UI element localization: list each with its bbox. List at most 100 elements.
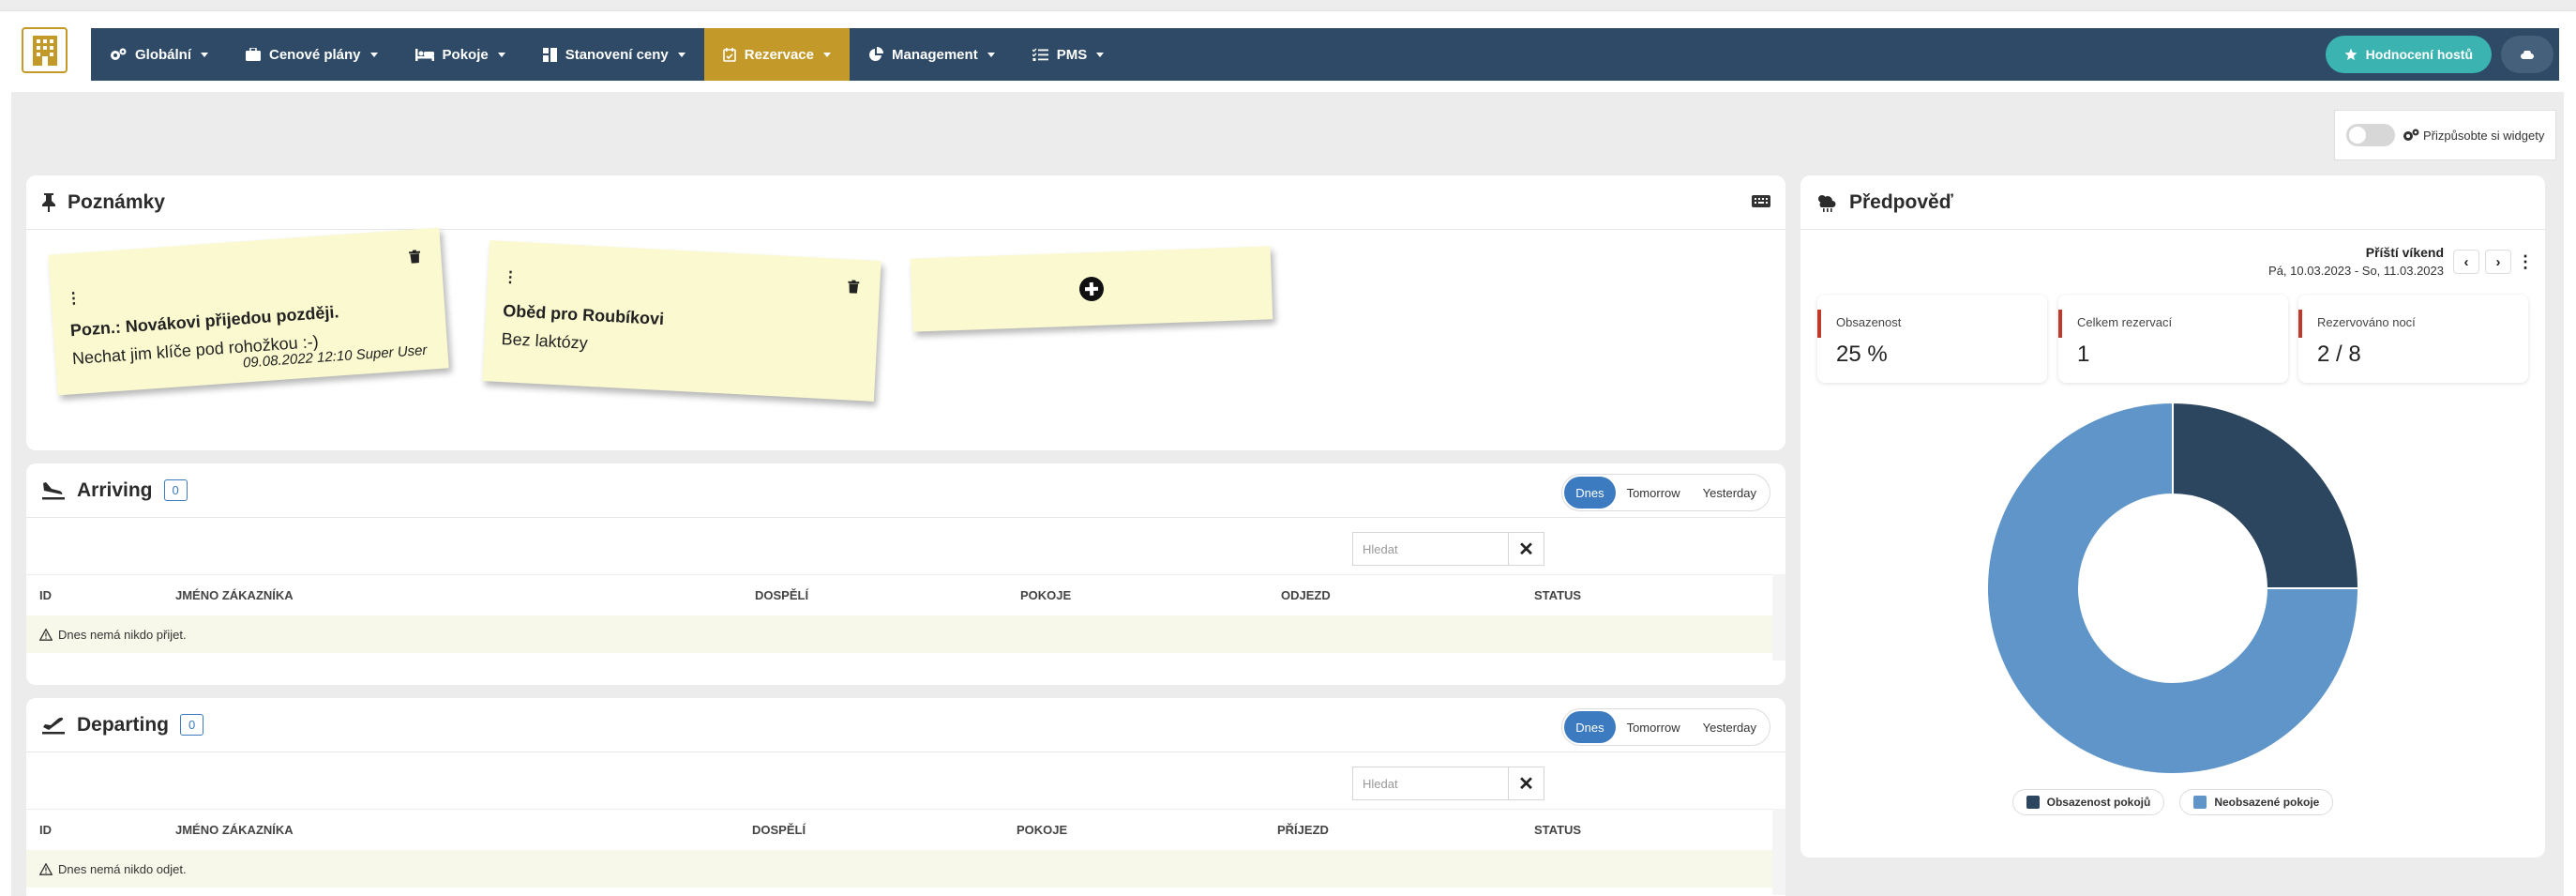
drag-handle-icon[interactable]: ⋮ xyxy=(503,267,518,287)
legend-occupied[interactable]: Obsazenost pokojů xyxy=(2011,789,2165,815)
stat-value: 2 / 8 xyxy=(2317,342,2361,367)
plane-arrival-icon xyxy=(42,481,65,499)
caret-down-icon xyxy=(201,52,208,57)
col-rooms[interactable]: POKOJE xyxy=(1017,823,1067,837)
warning-icon xyxy=(39,862,53,875)
table-scrollbar[interactable] xyxy=(1772,809,1785,895)
cloud-icon xyxy=(2521,50,2534,59)
trash-icon[interactable] xyxy=(408,250,421,268)
departing-day-tabs: Dnes Tomorrow Yesterday xyxy=(1561,708,1770,746)
tab-yesterday[interactable]: Yesterday xyxy=(1692,477,1768,509)
col-departure[interactable]: ODJEZD xyxy=(1281,588,1331,602)
nav-pms[interactable]: PMS xyxy=(1014,28,1123,81)
nav-cenove-plany[interactable]: Cenové plány xyxy=(227,28,397,81)
donut-slice-0[interactable] xyxy=(2172,401,2360,589)
nav-label: Globální xyxy=(135,46,191,63)
stat-label: Rezervováno nocí xyxy=(2317,315,2416,329)
chart-legend: Obsazenost pokojů Neobsazené pokoje xyxy=(1800,789,2545,815)
top-strip xyxy=(0,0,2576,11)
departing-widget: Departing 0 Dnes Tomorrow Yesterday Hled… xyxy=(26,698,1785,896)
customize-widgets: Přizpůsobte si widgety xyxy=(2334,110,2556,160)
note-line: Oběd pro Roubíkovi xyxy=(502,301,665,328)
nav-label: PMS xyxy=(1056,46,1088,63)
arriving-search-input[interactable]: Hledat xyxy=(1352,532,1509,566)
thumbtack-icon xyxy=(42,192,55,212)
arriving-day-tabs: Dnes Tomorrow Yesterday xyxy=(1561,474,1770,511)
nav-management[interactable]: Management xyxy=(850,28,1014,81)
tab-yesterday[interactable]: Yesterday xyxy=(1692,711,1768,743)
stat-value: 25 % xyxy=(1836,342,1888,367)
caret-down-icon xyxy=(677,52,685,57)
table-scrollbar[interactable] xyxy=(1772,574,1785,661)
forecast-period: Příští víkend Pá, 10.03.2023 - So, 11.03… xyxy=(2268,245,2444,278)
keyboard-icon[interactable] xyxy=(1752,195,1770,212)
cogs-icon xyxy=(110,48,127,61)
empty-message: Dnes nemá nikdo odjet. xyxy=(58,861,187,876)
warning-icon xyxy=(39,628,53,641)
departing-title: Departing xyxy=(77,713,170,736)
col-id[interactable]: ID xyxy=(39,588,52,602)
col-id[interactable]: ID xyxy=(39,823,52,837)
legend-label: Neobsazené pokoje xyxy=(2214,796,2320,809)
empty-message: Dnes nemá nikdo přijet. xyxy=(58,627,187,642)
col-rooms[interactable]: POKOJE xyxy=(1020,588,1071,602)
col-customer-name[interactable]: JMÉNO ZÁKAZNÍKA xyxy=(175,588,294,602)
col-status[interactable]: STATUS xyxy=(1534,588,1581,602)
tab-tomorrow[interactable]: Tomorrow xyxy=(1616,477,1692,509)
hotel-logo[interactable] xyxy=(22,27,68,73)
add-note-button[interactable] xyxy=(910,246,1273,332)
list-check-icon xyxy=(1032,48,1048,61)
arriving-title: Arriving xyxy=(77,478,153,501)
departing-empty-row: Dnes nemá nikdo odjet. xyxy=(26,850,1772,888)
departing-count-badge: 0 xyxy=(180,714,204,736)
arriving-empty-row: Dnes nemá nikdo přijet. xyxy=(26,615,1772,653)
arriving-widget: Arriving 0 Dnes Tomorrow Yesterday Hleda… xyxy=(26,463,1785,685)
caret-down-icon xyxy=(1096,52,1105,57)
forecast-widget: Předpověď Příští víkend Pá, 10.03.2023 -… xyxy=(1800,175,2545,858)
guest-rating-button[interactable]: Hodnocení hostů xyxy=(2325,36,2492,73)
customize-toggle[interactable] xyxy=(2346,124,2395,146)
bed-icon xyxy=(414,48,434,61)
legend-label: Obsazenost pokojů xyxy=(2046,796,2151,809)
stat-marker xyxy=(1817,310,1821,338)
drag-handle-icon[interactable]: ⋮ xyxy=(66,289,81,309)
tab-tomorrow[interactable]: Tomorrow xyxy=(1616,711,1692,743)
col-status[interactable]: STATUS xyxy=(1534,823,1581,837)
briefcase-icon xyxy=(246,48,261,61)
stat-marker xyxy=(2058,310,2062,338)
tab-today[interactable]: Dnes xyxy=(1564,711,1616,743)
plane-departure-icon xyxy=(42,717,65,734)
nav-globalni[interactable]: Globální xyxy=(91,28,227,81)
legend-unoccupied[interactable]: Neobsazené pokoje xyxy=(2179,789,2334,815)
next-period-button[interactable]: › xyxy=(2485,250,2511,274)
nav-label: Management xyxy=(892,46,978,63)
tab-today[interactable]: Dnes xyxy=(1564,477,1616,509)
note-card[interactable]: ⋮ Oběd pro Roubíkovi Bez laktózy xyxy=(482,240,881,402)
user-menu-button[interactable] xyxy=(2501,36,2553,73)
stat-label: Obsazenost xyxy=(1836,315,1902,329)
nav-label: Cenové plány xyxy=(269,46,361,63)
stat-label: Celkem rezervací xyxy=(2077,315,2173,329)
col-adults[interactable]: DOSPĚLÍ xyxy=(752,823,806,837)
nav-stanoveni-ceny[interactable]: Stanovení ceny xyxy=(524,28,704,81)
stat-booked-nights: Rezervováno nocí 2 / 8 xyxy=(2298,295,2528,383)
previous-period-button[interactable]: ‹ xyxy=(2453,250,2479,274)
nav-pokoje[interactable]: Pokoje xyxy=(397,28,524,81)
navbar-right: Hodnocení hostů xyxy=(2325,28,2559,81)
more-options-icon[interactable]: ⋮ xyxy=(2517,252,2534,272)
notes-widget: Poznámky ⋮ Pozn.: Novákovi přijedou pozd… xyxy=(26,175,1785,450)
stat-value: 1 xyxy=(2077,342,2090,367)
occupancy-donut-chart xyxy=(1986,401,2360,775)
trash-icon[interactable] xyxy=(848,280,860,298)
caret-down-icon xyxy=(987,52,995,57)
col-customer-name[interactable]: JMÉNO ZÁKAZNÍKA xyxy=(175,823,294,837)
col-arrival[interactable]: PŘÍJEZD xyxy=(1277,823,1329,837)
calendar-check-icon xyxy=(722,47,736,62)
notes-title: Poznámky xyxy=(68,190,165,213)
col-adults[interactable]: DOSPĚLÍ xyxy=(755,588,808,602)
clear-search-button[interactable]: ✕ xyxy=(1509,532,1544,566)
note-card[interactable]: ⋮ Pozn.: Novákovi přijedou později. Nech… xyxy=(48,227,449,396)
clear-search-button[interactable]: ✕ xyxy=(1509,767,1544,800)
departing-search-input[interactable]: Hledat xyxy=(1352,767,1509,800)
nav-rezervace[interactable]: Rezervace xyxy=(703,28,850,81)
